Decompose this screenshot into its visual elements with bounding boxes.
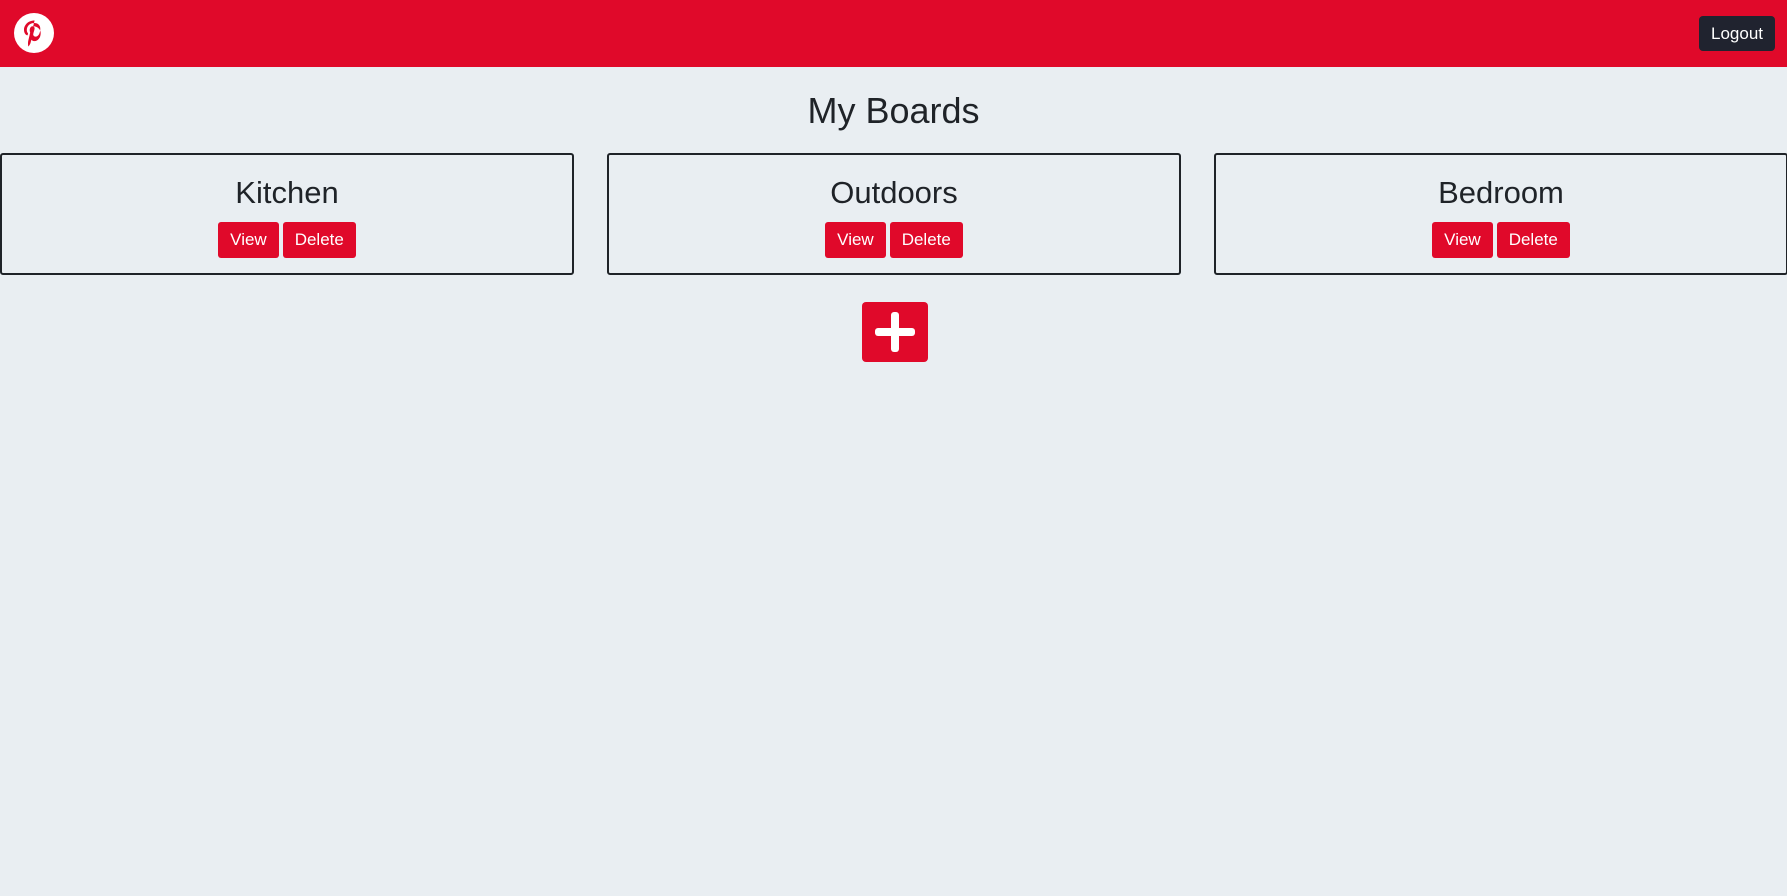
view-board-button[interactable]: View	[218, 222, 279, 258]
page-title: My Boards	[807, 90, 980, 131]
board-card-kitchen: Kitchen View Delete	[0, 153, 574, 275]
board-name: Outdoors	[830, 175, 958, 210]
view-board-button[interactable]: View	[825, 222, 886, 258]
plus-icon	[875, 312, 915, 352]
view-board-button[interactable]: View	[1432, 222, 1493, 258]
add-board-button[interactable]	[862, 302, 928, 362]
board-actions: View Delete	[1216, 222, 1786, 258]
board-actions: View Delete	[609, 222, 1179, 258]
board-name: Kitchen	[235, 175, 339, 210]
top-navbar: Logout	[0, 0, 1787, 67]
board-card-outdoors: Outdoors View Delete	[607, 153, 1181, 275]
pinterest-logo-icon[interactable]	[14, 13, 54, 53]
board-actions: View Delete	[2, 222, 572, 258]
board-name: Bedroom	[1438, 175, 1564, 210]
delete-board-button[interactable]: Delete	[282, 222, 356, 258]
delete-board-button[interactable]: Delete	[1496, 222, 1570, 258]
logout-button[interactable]: Logout	[1699, 16, 1775, 51]
delete-board-button[interactable]: Delete	[889, 222, 963, 258]
board-card-bedroom: Bedroom View Delete	[1214, 153, 1787, 275]
